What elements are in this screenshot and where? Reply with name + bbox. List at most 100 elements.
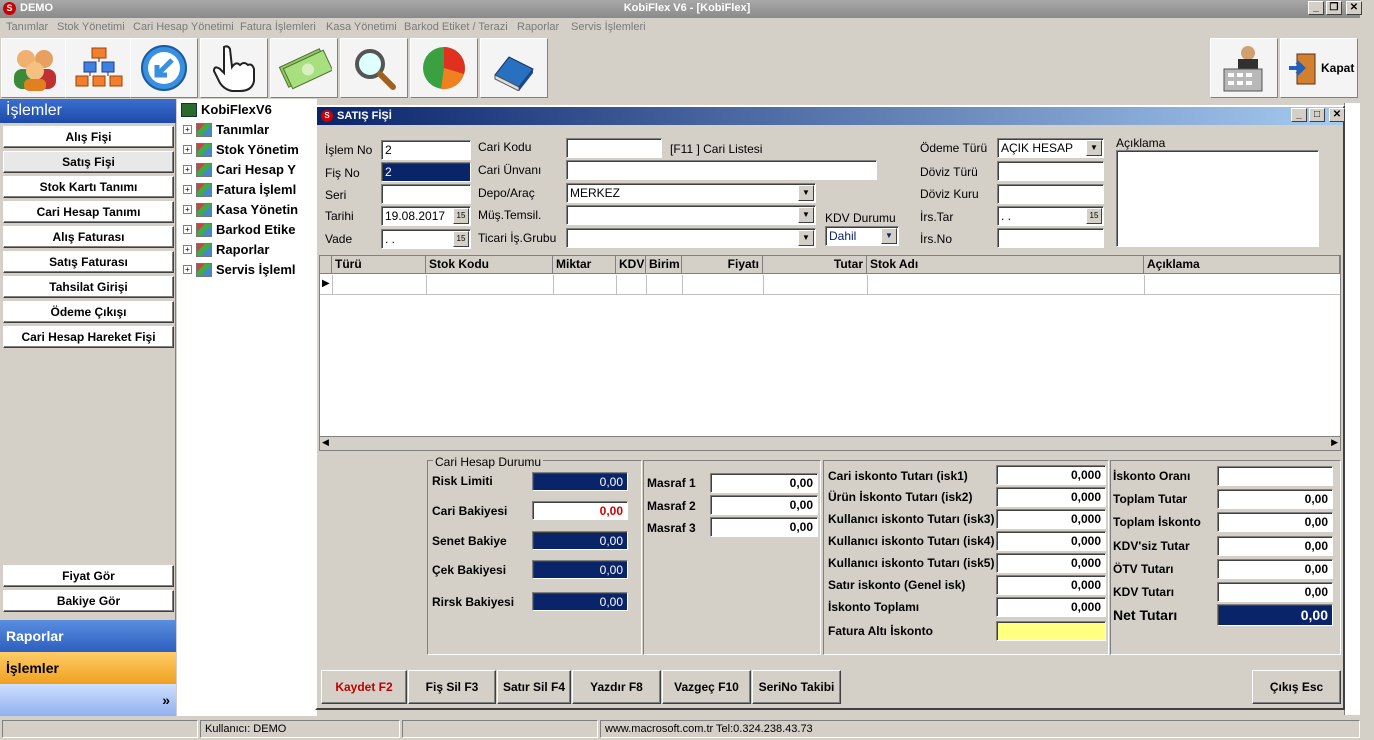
touch-button[interactable]: [200, 38, 268, 98]
tree-node-cari[interactable]: + Cari Hesap Y: [183, 162, 296, 177]
sidebar-item-stok-karti[interactable]: Stok Kartı Tanımı: [3, 176, 174, 198]
return-button[interactable]: [130, 38, 198, 98]
fis-no-field[interactable]: 2: [381, 162, 471, 182]
sidebar-more[interactable]: »: [0, 684, 176, 716]
col-stok-adi[interactable]: Stok Adı: [867, 256, 1144, 274]
hierarchy-button[interactable]: [65, 38, 133, 98]
calendar-icon[interactable]: 15: [453, 208, 469, 224]
ticari-select[interactable]: ▼: [566, 228, 816, 248]
expand-icon[interactable]: +: [183, 125, 192, 134]
scroll-left-icon[interactable]: ◀: [322, 437, 329, 448]
irs-tar-field[interactable]: . . 15: [997, 206, 1104, 226]
isk2-field[interactable]: 0,000: [996, 487, 1106, 507]
menu-servis[interactable]: Servis İşlemleri: [571, 21, 646, 33]
aciklama-textarea[interactable]: [1116, 150, 1319, 247]
form-close-icon[interactable]: ✕: [1329, 108, 1345, 122]
sidebar-item-tahsilat[interactable]: Tahsilat Girişi: [3, 276, 174, 298]
yazdir-button[interactable]: Yazdır F8: [572, 670, 661, 704]
depo-select[interactable]: MERKEZ ▼: [566, 183, 816, 203]
tarihi-field[interactable]: 19.08.2017 15: [381, 206, 471, 226]
sidebar-item-alis-faturasi[interactable]: Alış Faturası: [3, 226, 174, 248]
masraf-3-field[interactable]: 0,00: [710, 517, 818, 537]
cari-kodu-field[interactable]: [566, 138, 662, 158]
masraf-1-field[interactable]: 0,00: [710, 473, 818, 493]
book-button[interactable]: [480, 38, 548, 98]
tree-node-barkod[interactable]: + Barkod Etike: [183, 222, 295, 237]
col-aciklama[interactable]: Açıklama: [1144, 256, 1340, 274]
vazgec-button[interactable]: Vazgeç F10: [662, 670, 751, 704]
reports-chart-button[interactable]: [410, 38, 478, 98]
col-kdv[interactable]: KDV: [616, 256, 646, 274]
menu-barkod[interactable]: Barkod Etiket / Terazi: [404, 21, 508, 33]
expand-icon[interactable]: +: [183, 185, 192, 194]
close-icon[interactable]: ✕: [1346, 1, 1362, 15]
col-miktar[interactable]: Miktar: [553, 256, 616, 274]
sidebar-item-cari-hesap[interactable]: Cari Hesap Tanımı: [3, 201, 174, 223]
tree-node-fatura[interactable]: + Fatura İşleml: [183, 182, 296, 197]
menu-fatura[interactable]: Fatura İşlemleri: [240, 21, 316, 33]
minimize-icon[interactable]: _: [1308, 1, 1324, 15]
islem-no-field[interactable]: 2: [381, 140, 471, 160]
cari-listesi-link[interactable]: [F11 ] Cari Listesi: [670, 142, 762, 156]
expand-icon[interactable]: +: [183, 225, 192, 234]
tree-root[interactable]: KobiFlexV6: [181, 102, 272, 117]
expand-icon[interactable]: +: [183, 205, 192, 214]
seri-field[interactable]: [381, 184, 471, 204]
genel-isk-field[interactable]: 0,000: [996, 575, 1106, 595]
cash-button[interactable]: [270, 38, 338, 98]
items-grid[interactable]: Türü Stok Kodu Miktar KDV Birim Fiyatı T…: [319, 255, 1341, 451]
users-button[interactable]: [1, 38, 69, 98]
sidebar-item-bakiye-gor[interactable]: Bakiye Gör: [3, 590, 174, 612]
menu-kasa[interactable]: Kasa Yönetimi: [326, 21, 397, 33]
cikis-button[interactable]: Çıkış Esc: [1252, 670, 1341, 704]
expand-icon[interactable]: +: [183, 245, 192, 254]
tree-node-kasa[interactable]: + Kasa Yönetin: [183, 202, 298, 217]
exit-button[interactable]: Kapat: [1280, 38, 1358, 98]
sidebar-item-satis-faturasi[interactable]: Satış Faturası: [3, 251, 174, 273]
tree-node-tanimlar[interactable]: + Tanımlar: [183, 122, 269, 137]
menu-cari[interactable]: Cari Hesap Yönetimi: [133, 21, 234, 33]
sidebar-item-alis-fisi[interactable]: Alış Fişi: [3, 126, 174, 148]
menu-stok[interactable]: Stok Yönetimi: [57, 21, 125, 33]
isk1-field[interactable]: 0,000: [996, 465, 1106, 485]
expand-icon[interactable]: +: [183, 165, 192, 174]
calendar-icon[interactable]: 15: [453, 231, 469, 247]
serino-takibi-button[interactable]: SeriNo Takibi: [752, 670, 841, 704]
sidebar-section-islemler[interactable]: İşlemler: [0, 652, 176, 684]
menu-raporlar[interactable]: Raporlar: [517, 21, 559, 33]
kaydet-button[interactable]: Kaydet F2: [321, 670, 407, 704]
vade-field[interactable]: . . 15: [381, 229, 471, 249]
tree-node-raporlar[interactable]: + Raporlar: [183, 242, 269, 257]
fis-sil-button[interactable]: Fiş Sil F3: [408, 670, 496, 704]
iskonto-orani-field[interactable]: [1217, 466, 1333, 486]
restore-icon[interactable]: ❐: [1326, 1, 1342, 15]
isk5-field[interactable]: 0,000: [996, 553, 1106, 573]
kdv-durumu-select[interactable]: Dahil ▼: [825, 226, 899, 246]
tree-node-servis[interactable]: + Servis İşleml: [183, 262, 296, 277]
sidebar-section-raporlar[interactable]: Raporlar: [0, 620, 176, 652]
scroll-right-icon[interactable]: ▶: [1331, 437, 1338, 448]
fatura-alti-field[interactable]: [996, 621, 1106, 641]
horizontal-scrollbar[interactable]: ◀ ▶: [320, 436, 1340, 450]
chevron-down-icon[interactable]: ▼: [798, 230, 814, 246]
temsil-select[interactable]: ▼: [566, 205, 816, 225]
chevron-down-icon[interactable]: ▼: [881, 228, 897, 244]
col-stok-kodu[interactable]: Stok Kodu: [426, 256, 553, 274]
masraf-2-field[interactable]: 0,00: [710, 495, 818, 515]
irs-no-field[interactable]: [997, 228, 1104, 248]
satir-sil-button[interactable]: Satır Sil F4: [497, 670, 571, 704]
isk3-field[interactable]: 0,000: [996, 509, 1106, 529]
menu-tanimlar[interactable]: Tanımlar: [6, 21, 48, 33]
sidebar-item-hareket-fisi[interactable]: Cari Hesap Hareket Fişi: [3, 326, 174, 348]
expand-icon[interactable]: +: [183, 145, 192, 154]
search-button[interactable]: [340, 38, 408, 98]
sidebar-item-fiyat-gor[interactable]: Fiyat Gör: [3, 565, 174, 587]
cari-unvani-field[interactable]: [566, 160, 877, 180]
calendar-icon[interactable]: 15: [1086, 208, 1102, 224]
col-tutar[interactable]: Tutar: [763, 256, 867, 274]
table-row[interactable]: ▶: [320, 275, 1340, 295]
col-fiyati[interactable]: Fiyatı: [682, 256, 763, 274]
isk4-field[interactable]: 0,000: [996, 531, 1106, 551]
sidebar-item-satis-fisi[interactable]: Satış Fişi: [3, 151, 174, 173]
chevron-down-icon[interactable]: ▼: [798, 185, 814, 201]
